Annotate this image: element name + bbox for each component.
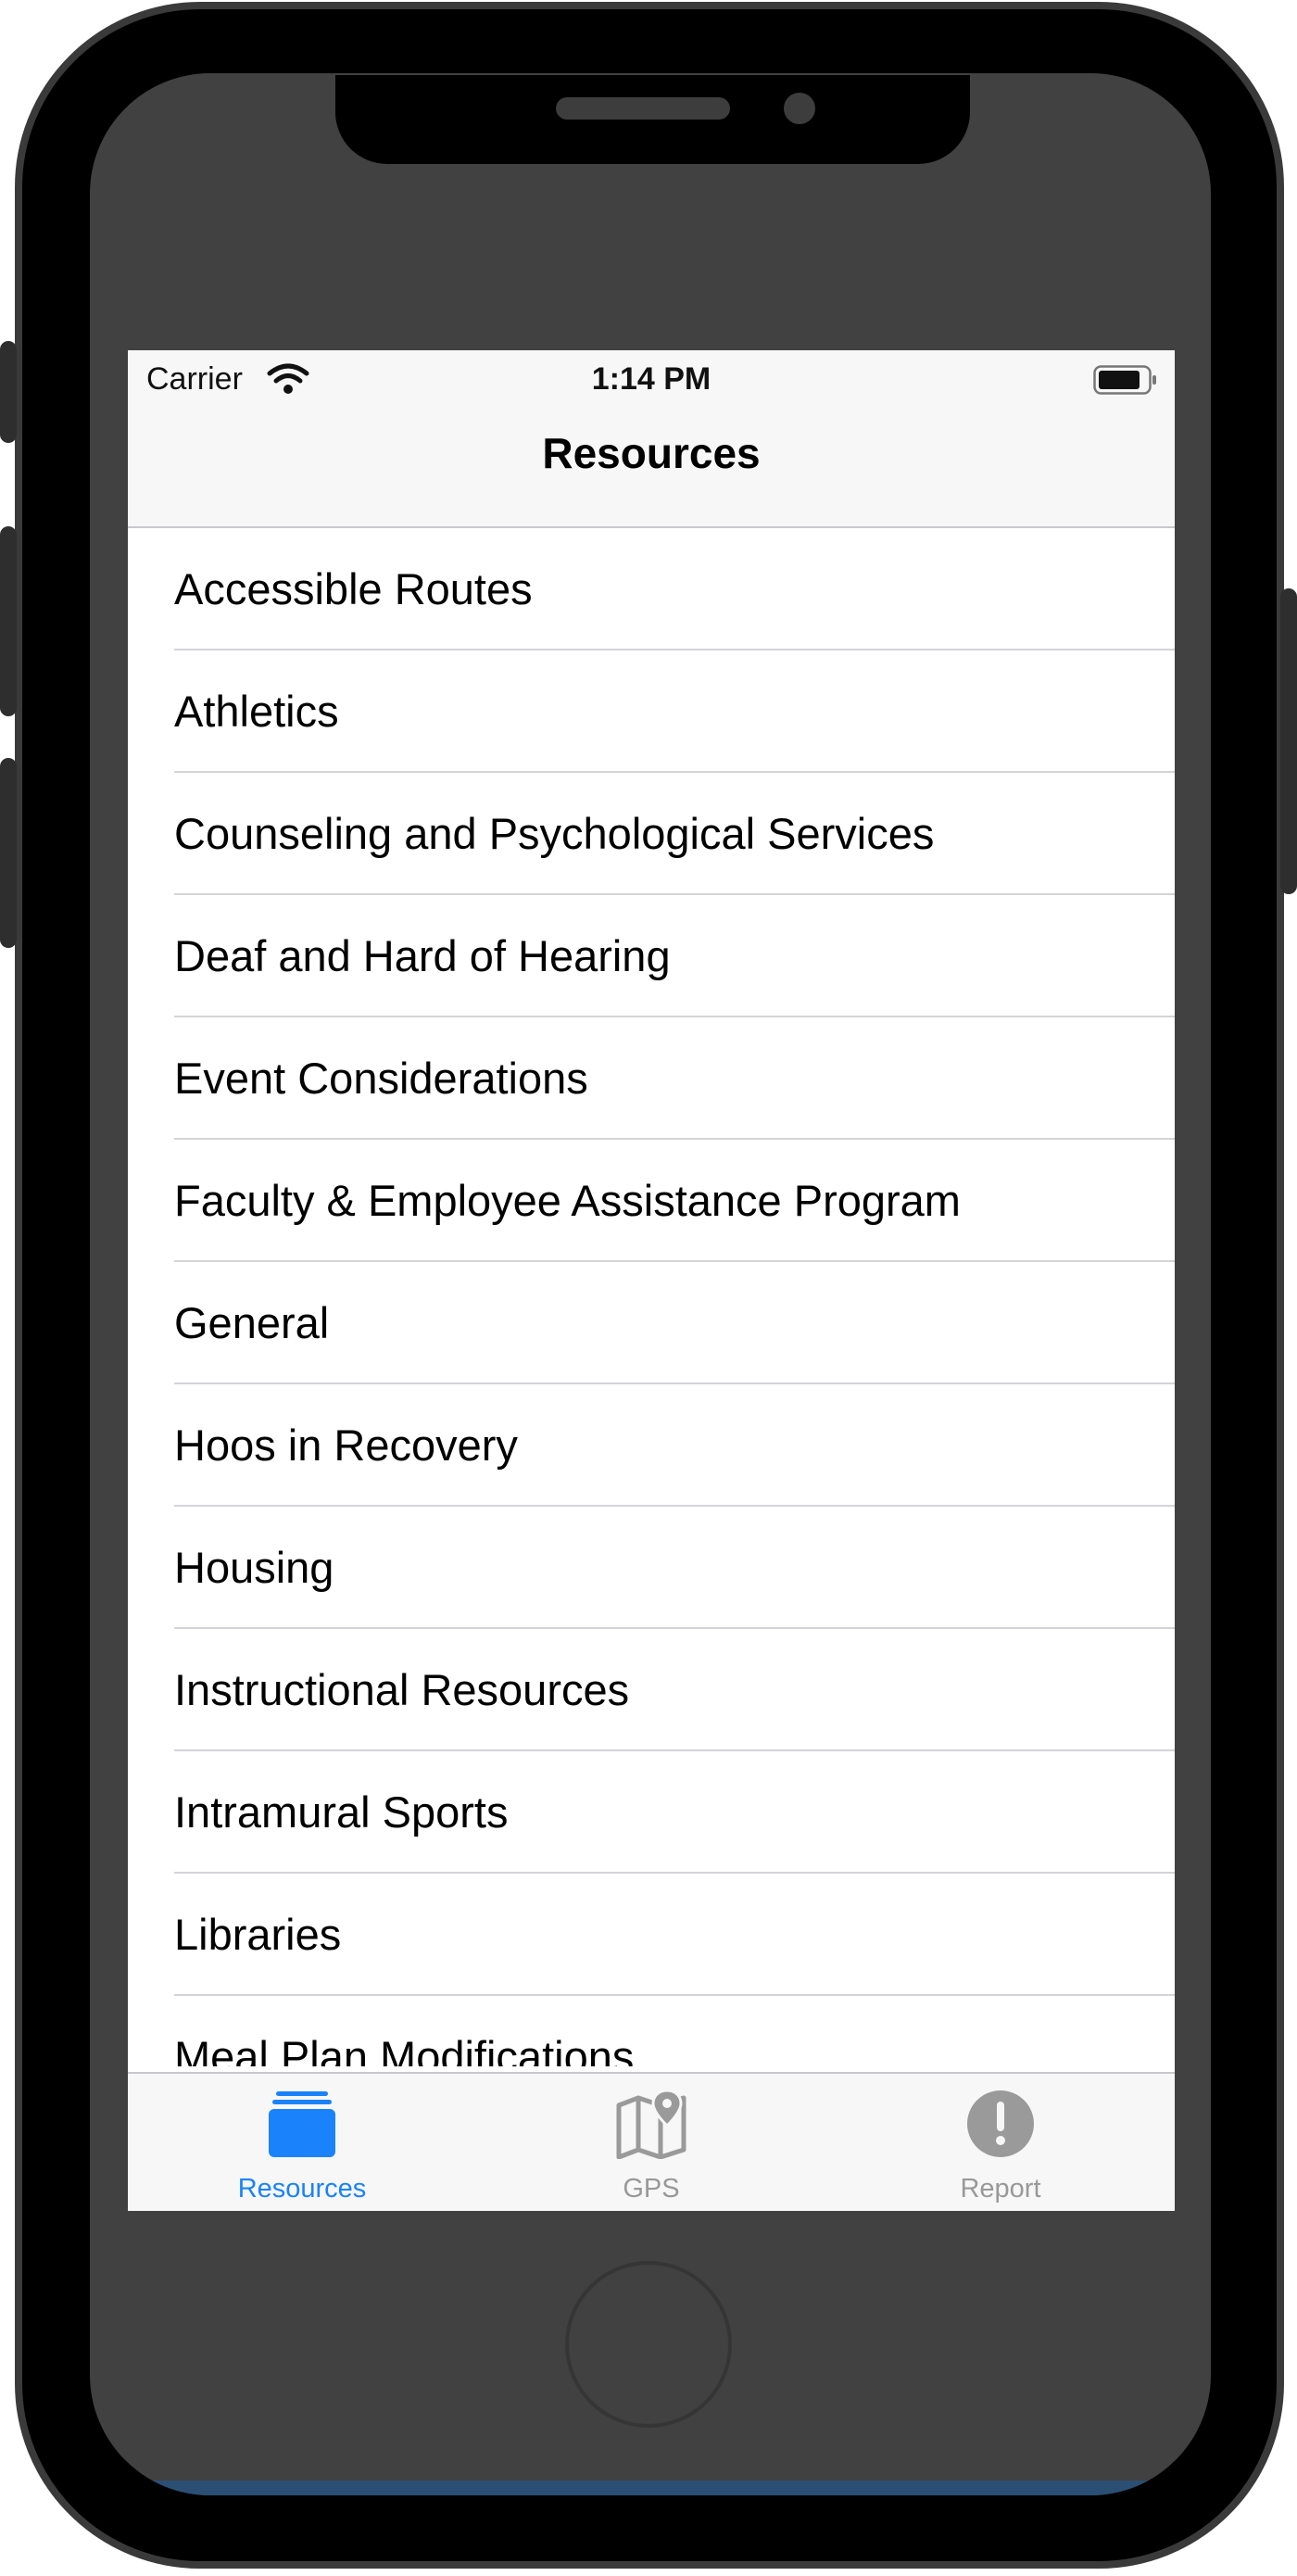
bezel-edge — [90, 2481, 1211, 2495]
list-item-label: Athletics — [174, 687, 339, 736]
list-item[interactable]: Athletics — [128, 650, 1175, 773]
list-item[interactable]: Accessible Routes — [128, 528, 1175, 650]
speaker-grille — [556, 97, 730, 120]
navigation-bar: Resources — [128, 408, 1175, 528]
list-item-label: General — [174, 1298, 330, 1347]
tab-bar: Resources GPS Report — [128, 2072, 1175, 2211]
status-bar: Carrier 1:14 PM — [128, 350, 1175, 408]
list-item-label: Housing — [174, 1543, 334, 1592]
page-title: Resources — [542, 429, 761, 477]
power-button — [1280, 588, 1297, 894]
list-item[interactable]: Housing — [128, 1507, 1175, 1629]
list-item-label: Event Considerations — [174, 1054, 588, 1103]
exclamation-icon — [967, 2090, 1034, 2157]
list-item[interactable]: Libraries — [128, 1874, 1175, 1996]
list-item-label: Deaf and Hard of Hearing — [174, 931, 671, 980]
resources-list[interactable]: Accessible Routes Athletics Counseling a… — [128, 528, 1175, 2066]
volume-down-button — [0, 758, 17, 948]
list-item-label: Faculty & Employee Assistance Program — [174, 1176, 961, 1225]
status-time: 1:14 PM — [591, 361, 711, 397]
list-item[interactable]: Deaf and Hard of Hearing — [128, 895, 1175, 1017]
list-item[interactable]: Counseling and Psychological Services — [128, 773, 1175, 895]
list-item-label: Hoos in Recovery — [174, 1421, 518, 1470]
list-item-label: Intramural Sports — [174, 1787, 509, 1837]
tab-resources-label: Resources — [237, 2174, 367, 2203]
list-item[interactable]: Faculty & Employee Assistance Program — [128, 1140, 1175, 1262]
list-item-label: Accessible Routes — [174, 564, 533, 613]
volume-up-button — [0, 526, 17, 716]
tab-gps-label: GPS — [623, 2174, 680, 2203]
front-camera — [784, 93, 815, 124]
list-item-label: Libraries — [174, 1910, 342, 1959]
tab-report[interactable]: Report — [826, 2074, 1175, 2211]
tab-report-label: Report — [960, 2174, 1041, 2203]
battery-icon — [1093, 365, 1156, 395]
list-item[interactable]: Instructional Resources — [128, 1629, 1175, 1751]
notch — [335, 75, 970, 164]
list-item[interactable]: Hoos in Recovery — [128, 1384, 1175, 1507]
list-item[interactable]: Meal Plan Modifications — [128, 1996, 1175, 2066]
list-item[interactable]: General — [128, 1262, 1175, 1384]
stack-icon — [269, 2091, 335, 2157]
tab-gps[interactable]: GPS — [477, 2074, 825, 2211]
tab-resources[interactable]: Resources — [128, 2074, 476, 2211]
list-item[interactable]: Event Considerations — [128, 1017, 1175, 1140]
list-item-label: Counseling and Psychological Services — [174, 809, 935, 858]
home-button[interactable] — [565, 2261, 732, 2428]
list-item[interactable]: Intramural Sports — [128, 1751, 1175, 1874]
map-pin-icon — [616, 2089, 686, 2159]
app-screen: Carrier 1:14 PM Resources Accessible Rou… — [128, 350, 1175, 2211]
list-item-label: Instructional Resources — [174, 1665, 630, 1714]
list-item-label: Meal Plan Modifications — [174, 2032, 635, 2066]
mute-switch — [0, 341, 17, 443]
